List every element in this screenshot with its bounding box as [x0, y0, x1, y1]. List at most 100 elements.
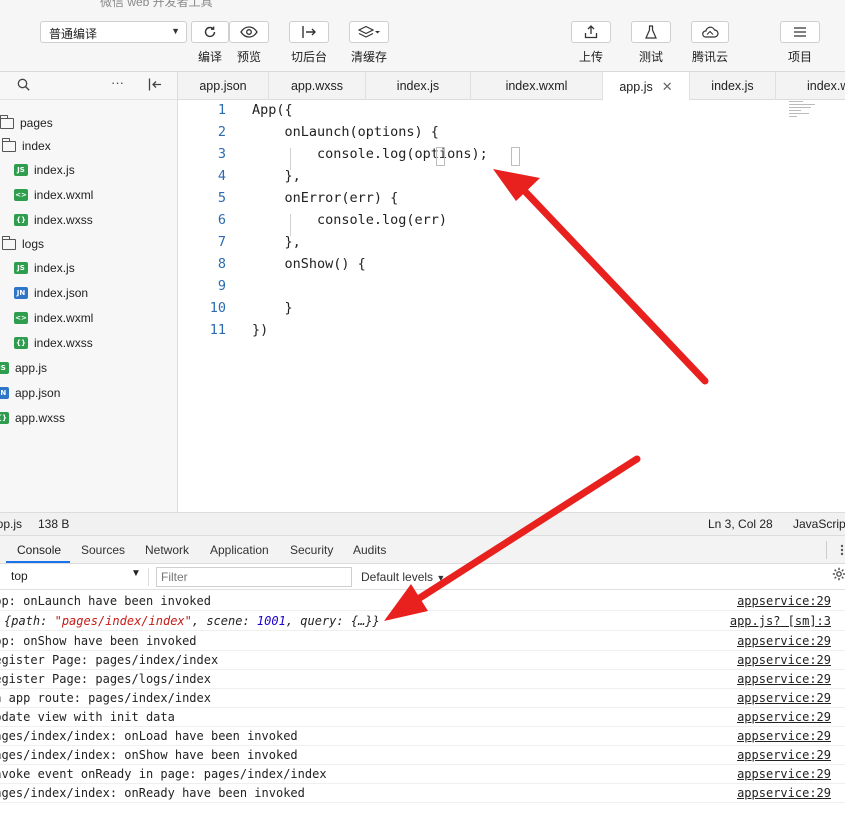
project-button[interactable] [780, 21, 820, 43]
devtools-tab-bar: Console Sources Network Application Security… [0, 536, 845, 564]
console-filter-bar: top ▼ Default levels ▼ [0, 564, 845, 590]
devtools-more-icon[interactable] [840, 544, 844, 556]
editor-tab[interactable]: index.js [366, 72, 471, 100]
console-message: pages/index/index: onShow have been invo… [0, 748, 298, 762]
editor-tab[interactable]: index.js [690, 72, 776, 100]
code-line[interactable]: 7 }, [178, 234, 778, 256]
console-source-link[interactable]: appservice:29 [737, 691, 831, 705]
tab-label: index.wxml [807, 79, 845, 93]
switch-background-button[interactable] [289, 21, 329, 43]
code-line[interactable]: 9 [178, 278, 778, 300]
caret-down-icon: ▼ [131, 568, 141, 579]
devtools-tab[interactable]: Audits [353, 543, 386, 557]
devtools-tab[interactable]: Sources [81, 543, 125, 557]
tree-file[interactable]: JN index.json [14, 283, 88, 303]
code-line[interactable]: 8 onShow() { [178, 256, 778, 278]
editor-tab[interactable]: app.js ✕ [603, 72, 690, 101]
clear-cache-label: 清缓存 [350, 50, 387, 64]
indent-guide [290, 148, 291, 170]
tree-item-label: index.wxml [34, 311, 94, 325]
console-source-link[interactable]: appservice:29 [737, 729, 831, 743]
console-source-link[interactable]: appservice:29 [737, 748, 831, 762]
tree-file[interactable]: JS index.js [14, 160, 75, 180]
context-select[interactable]: top ▼ [4, 568, 144, 586]
console-object[interactable]: {path: "pages/index/index", scene: 1001,… [4, 614, 380, 628]
object-value: "pages/index/index" [54, 614, 192, 628]
compile-button[interactable] [191, 21, 229, 43]
console-source-link[interactable]: appservice:29 [737, 672, 831, 686]
tab-label: app.wxss [290, 79, 344, 93]
preview-button[interactable] [229, 21, 269, 43]
code-line[interactable]: 6 console.log(err) [178, 212, 778, 234]
test-button[interactable] [631, 21, 671, 43]
gear-icon[interactable] [832, 567, 845, 581]
code-editor[interactable]: 1 App({2 onLaunch(options) {3 console.log… [178, 100, 845, 512]
tree-item-label: app.wxss [15, 411, 66, 425]
editor-tab[interactable]: app.json [178, 72, 269, 100]
compile-mode-select[interactable]: 普通编译 ▼ [40, 21, 187, 43]
object-value: 1001 [256, 614, 286, 628]
editor-tab[interactable]: app.wxss [269, 72, 366, 100]
devtools-tab[interactable]: Application [210, 543, 269, 557]
divider [826, 541, 827, 559]
editor-tab[interactable]: index.wxml [471, 72, 603, 100]
console-source-link[interactable]: appservice:29 [737, 594, 831, 608]
console-source-link[interactable]: app.js? [sm]:3 [730, 614, 831, 628]
code-line[interactable]: 11}) [178, 322, 778, 344]
close-icon[interactable]: ✕ [662, 79, 673, 95]
console-message: Update view with init data [0, 710, 175, 724]
tree-file[interactable]: <> index.wxml [14, 185, 93, 205]
console-source-link[interactable]: appservice:29 [737, 653, 831, 667]
console-output: App: onLaunch have been invoked appservic… [0, 592, 845, 823]
tree-item-label: pages [20, 116, 53, 130]
tree-file[interactable]: {} index.wxss [14, 333, 93, 353]
layers-icon [358, 25, 380, 38]
tree-item-label: logs [22, 237, 45, 251]
line-number: 6 [217, 212, 226, 228]
tree-item-label: index.js [34, 261, 75, 275]
devtools-tab[interactable]: Security [290, 543, 333, 557]
collapse-sidebar-icon[interactable] [148, 78, 162, 94]
tree-file[interactable]: {} index.wxss [14, 210, 93, 230]
tencent-cloud-button[interactable] [691, 21, 729, 43]
tree-item-label: index.wxss [34, 336, 93, 350]
tree-file[interactable]: <> index.wxml [14, 308, 93, 328]
tree-file[interactable]: JS index.js [14, 258, 75, 278]
tree-file[interactable]: JN app.json [0, 383, 60, 403]
console-source-link[interactable]: appservice:29 [737, 634, 831, 648]
code-line[interactable]: 10 } [178, 300, 778, 322]
wxss-file-icon: {} [0, 412, 9, 424]
search-icon[interactable] [17, 78, 30, 94]
devtools-tab[interactable]: Console [17, 543, 61, 557]
log-levels-select[interactable]: Default levels ▼ [361, 570, 445, 584]
tree-folder[interactable]: pages [0, 113, 53, 133]
console-source-link[interactable]: appservice:29 [737, 767, 831, 781]
console-log-row: On app route: pages/index/index appservic… [0, 689, 845, 708]
upload-button[interactable] [571, 21, 611, 43]
status-cursor-position[interactable]: Ln 3, Col 28 [708, 517, 773, 531]
code-line[interactable]: 5 onError(err) { [178, 190, 778, 212]
clear-cache-button[interactable] [349, 21, 389, 43]
tree-folder[interactable]: index [2, 136, 51, 156]
console-source-link[interactable]: appservice:29 [737, 710, 831, 724]
status-language[interactable]: JavaScript [793, 517, 845, 531]
console-source-link[interactable]: appservice:29 [737, 786, 831, 800]
tab-label: app.js [619, 79, 653, 94]
tree-file[interactable]: JS app.js [0, 358, 47, 378]
tree-folder[interactable]: logs [2, 234, 44, 254]
code-line[interactable]: 1 App({ [178, 102, 778, 124]
folder-icon [2, 235, 16, 250]
bracket-match-highlight [511, 147, 520, 166]
editor-tab[interactable]: index.wxml [776, 72, 845, 100]
console-log-row: Register Page: pages/index/index appservi… [0, 651, 845, 670]
more-icon[interactable]: ··· [111, 75, 124, 90]
code-line[interactable]: 3 console.log(options); [178, 146, 778, 168]
devtools-tab[interactable]: Network [145, 543, 189, 557]
console-message: App: onLaunch have been invoked [0, 594, 211, 608]
code-line[interactable]: 2 onLaunch(options) { [178, 124, 778, 146]
console-filter-input[interactable] [156, 567, 352, 587]
tab-label: app.json [199, 79, 247, 93]
tree-file[interactable]: {} app.wxss [0, 408, 65, 428]
minimap[interactable] [789, 101, 819, 125]
code-line[interactable]: 4 }, [178, 168, 778, 190]
